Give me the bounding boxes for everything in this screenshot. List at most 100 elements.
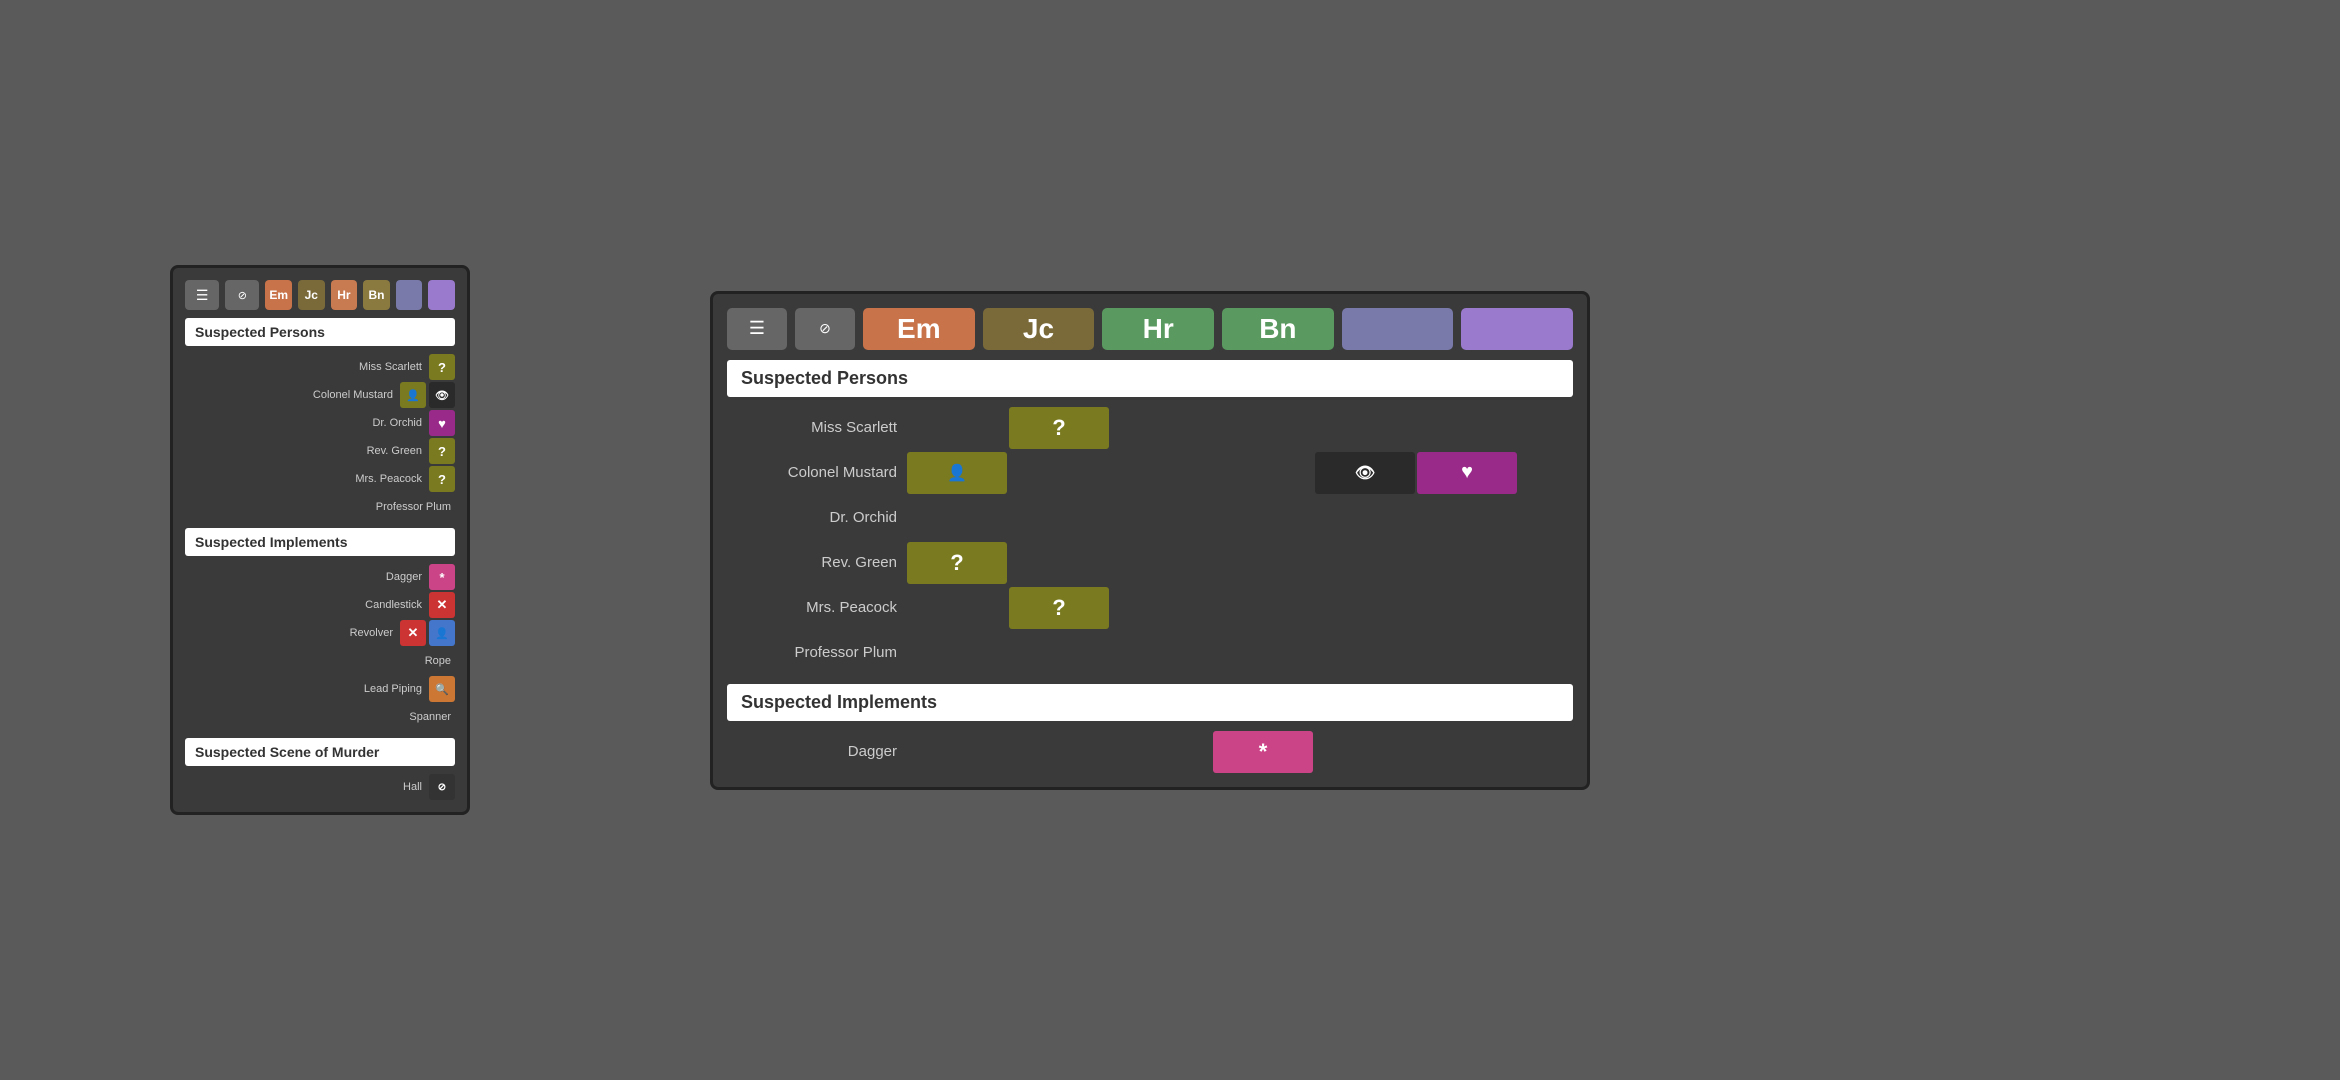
small-player-bn[interactable]: Bn (363, 280, 390, 310)
small-cell-cm-eye[interactable]: 👁 (429, 382, 455, 408)
small-hamburger-button[interactable]: ☰ (185, 280, 219, 310)
large-cell-dag-b1-empty (1315, 731, 1415, 773)
small-label-rope: Rope (185, 655, 455, 667)
large-row-dagger: Dagger * (727, 731, 1573, 773)
large-cell-ms-jc[interactable]: ? (1009, 407, 1109, 449)
small-label-colonel-mustard: Colonel Mustard (185, 389, 397, 401)
large-row-dr-orchid: Dr. Orchid (727, 497, 1573, 539)
large-cell-mp-b2-empty (1417, 587, 1517, 629)
large-eye-slash-button[interactable]: ⊘ (795, 308, 855, 350)
large-cells-miss-scarlett: ? (907, 407, 1573, 449)
small-persons-grid: Miss Scarlett ? Colonel Mustard 👤 👁 Dr. … (185, 354, 455, 520)
small-row-spanner: Spanner (185, 704, 455, 730)
large-cell-ms-hr-empty (1111, 407, 1211, 449)
large-label-rev-green: Rev. Green (727, 554, 907, 571)
large-cell-rg-bn-empty (1213, 542, 1313, 584)
small-label-dr-orchid: Dr. Orchid (185, 417, 426, 429)
large-cell-dag-em-empty (907, 731, 1007, 773)
large-label-professor-plum: Professor Plum (727, 644, 907, 661)
small-scene-header: Suspected Scene of Murder (185, 738, 455, 766)
small-cell-ms-em[interactable]: ? (429, 354, 455, 380)
small-player-em[interactable]: Em (265, 280, 292, 310)
large-cell-rg-b2-empty (1417, 542, 1517, 584)
small-label-revolver: Revolver (185, 627, 397, 639)
large-eye-slash-icon: ⊘ (819, 320, 831, 337)
large-player-jc[interactable]: Jc (983, 308, 1095, 350)
large-cell-cm-bn-empty (1213, 452, 1313, 494)
large-cells-colonel-mustard: 👤 👁 ♥ (907, 452, 1573, 494)
large-cell-do-hr-empty (1111, 497, 1211, 539)
small-cell-do-heart[interactable]: ♥ (429, 410, 455, 436)
large-player-em[interactable]: Em (863, 308, 975, 350)
small-cell-cm-em[interactable]: 👤 (400, 382, 426, 408)
small-player-jc[interactable]: Jc (298, 280, 325, 310)
small-label-lead-piping: Lead Piping (185, 683, 426, 695)
large-panel: ☰ ⊘ Em Jc Hr Bn Suspected Persons Miss S… (710, 291, 1590, 790)
large-cell-do-b1-empty (1315, 497, 1415, 539)
large-implements-header: Suspected Implements (727, 684, 1573, 721)
large-player-hr[interactable]: Hr (1102, 308, 1214, 350)
large-cell-cm-em[interactable]: 👤 (907, 452, 1007, 494)
small-cell-lead-orange[interactable]: 🔍 (429, 676, 455, 702)
small-row-miss-scarlett: Miss Scarlett ? (185, 354, 455, 380)
large-persons-header: Suspected Persons (727, 360, 1573, 397)
small-implements-grid: Dagger * Candlestick ✕ Revolver ✕ 👤 Rope… (185, 564, 455, 730)
small-toolbar: ☰ ⊘ Em Jc Hr Bn (185, 280, 455, 310)
small-label-dagger: Dagger (185, 571, 426, 583)
small-cell-revolver-blue[interactable]: 👤 (429, 620, 455, 646)
large-cell-rg-b1-empty (1315, 542, 1415, 584)
large-cell-pp-hr-empty (1111, 632, 1211, 674)
small-label-miss-scarlett: Miss Scarlett (185, 361, 426, 373)
large-cell-ms-bn-empty (1213, 407, 1313, 449)
small-cell-revolver-red[interactable]: ✕ (400, 620, 426, 646)
large-cell-cm-jc-empty (1009, 452, 1109, 494)
small-eye-slash-button[interactable]: ⊘ (225, 280, 259, 310)
hamburger-icon: ☰ (196, 287, 209, 304)
eye-slash-icon: ⊘ (238, 289, 247, 302)
small-player-blank1[interactable] (396, 280, 423, 310)
large-cell-cm-heart[interactable]: ♥ (1417, 452, 1517, 494)
large-cell-dag-bn[interactable]: * (1213, 731, 1313, 773)
large-cell-ms-b1-empty (1315, 407, 1415, 449)
large-toolbar: ☰ ⊘ Em Jc Hr Bn (727, 308, 1573, 350)
small-label-spanner: Spanner (185, 711, 455, 723)
large-label-dr-orchid: Dr. Orchid (727, 509, 907, 526)
large-cell-mp-em-empty (907, 587, 1007, 629)
large-player-bn[interactable]: Bn (1222, 308, 1334, 350)
large-cell-mp-bn-empty (1213, 587, 1313, 629)
large-cell-ms-b2-empty (1417, 407, 1517, 449)
small-player-hr[interactable]: Hr (331, 280, 358, 310)
small-panel: ☰ ⊘ Em Jc Hr Bn Suspected Persons Miss S… (170, 265, 470, 815)
large-cell-pp-bn-empty (1213, 632, 1313, 674)
large-row-mrs-peacock: Mrs. Peacock ? (727, 587, 1573, 629)
small-cell-mp-em[interactable]: ? (429, 466, 455, 492)
small-player-blank2[interactable] (428, 280, 455, 310)
large-cell-rg-em[interactable]: ? (907, 542, 1007, 584)
small-row-colonel-mustard: Colonel Mustard 👤 👁 (185, 382, 455, 408)
large-label-dagger: Dagger (727, 743, 907, 760)
small-row-candlestick: Candlestick ✕ (185, 592, 455, 618)
large-cell-pp-jc-empty (1009, 632, 1109, 674)
large-row-professor-plum: Professor Plum (727, 632, 1573, 674)
large-player-blank2[interactable] (1461, 308, 1573, 350)
large-persons-grid: Miss Scarlett ? Colonel Mustard 👤 👁 ♥ (727, 407, 1573, 674)
large-cell-pp-em-empty (907, 632, 1007, 674)
small-cell-dagger-pink[interactable]: * (429, 564, 455, 590)
large-cell-cm-eye[interactable]: 👁 (1315, 452, 1415, 494)
large-cell-dag-jc-empty (1009, 731, 1109, 773)
large-cell-mp-hr-empty (1111, 587, 1211, 629)
small-persons-header: Suspected Persons (185, 318, 455, 346)
large-hamburger-button[interactable]: ☰ (727, 308, 787, 350)
large-cell-rg-hr-empty (1111, 542, 1211, 584)
small-implements-header: Suspected Implements (185, 528, 455, 556)
large-cell-mp-b1-empty (1315, 587, 1415, 629)
small-row-rope: Rope (185, 648, 455, 674)
small-cell-rg-em[interactable]: ? (429, 438, 455, 464)
small-cell-hall-eyeslash[interactable]: ⊘ (429, 774, 455, 800)
large-player-blank1[interactable] (1342, 308, 1454, 350)
large-cell-mp-jc[interactable]: ? (1009, 587, 1109, 629)
small-row-lead-piping: Lead Piping 🔍 (185, 676, 455, 702)
large-cells-professor-plum (907, 632, 1573, 674)
small-cell-candle-red[interactable]: ✕ (429, 592, 455, 618)
large-cell-dag-hr-empty (1111, 731, 1211, 773)
